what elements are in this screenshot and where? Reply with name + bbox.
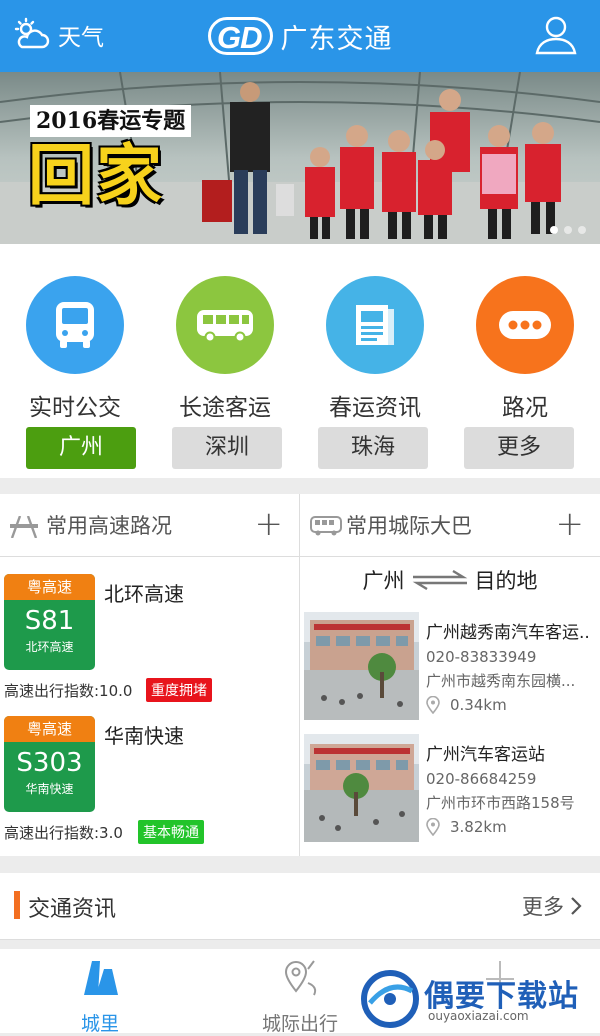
long-distance-circle <box>176 276 274 374</box>
service-categories: 实时公交 长途客运 春运资讯 路况 广州 深圳 珠海 更多 <box>0 244 600 478</box>
banner-subtitle: 2016春运专题 <box>30 105 192 137</box>
route-origin[interactable]: 广州 <box>363 565 405 595</box>
newspaper-icon <box>356 305 394 345</box>
station-address: 广州市环市西路158号 <box>426 794 575 812</box>
news-title: 交通资讯 <box>28 897 117 922</box>
category-road-conditions[interactable]: 路况 <box>450 276 600 422</box>
app-title: 广东交通 <box>280 23 393 55</box>
traffic-news-header: 交通资讯 更多 <box>0 873 600 940</box>
highway-code: S81 <box>24 606 75 636</box>
station-photo <box>304 612 419 720</box>
app-brand: GD 广东交通 <box>208 14 393 58</box>
highway-short-name: 华南快速 <box>25 782 74 796</box>
station-phone[interactable]: 020-86684259 <box>426 770 536 788</box>
highway-index: 高速出行指数:10.0 <box>4 682 133 700</box>
station-distance: 3.82km <box>450 818 507 836</box>
highway-tag: 粤高速 <box>4 716 95 742</box>
bus-station-item[interactable]: 广州汽车客运站 020-86684259 广州市环市西路158号 3.82km <box>304 734 600 844</box>
location-pin-icon <box>426 696 440 714</box>
map-pin-route-icon <box>284 960 317 996</box>
news-more-label: 更多 <box>522 895 564 919</box>
category-label: 路况 <box>502 395 548 421</box>
tab-city[interactable]: 城里 <box>0 949 200 1035</box>
highway-item[interactable]: 粤高速 S303 华南快速 华南快速 高速出行指数:3.0 基本畅通 <box>4 716 294 846</box>
station-distance-row: 3.82km <box>426 818 507 836</box>
add-intercity-bus-button[interactable]: + <box>556 504 585 544</box>
cloud-sun-icon <box>14 17 50 49</box>
app-header: 天气 GD 广东交通 <box>0 0 600 72</box>
city-more-button[interactable]: 更多 <box>464 427 574 469</box>
bottom-tab-bar: 城里 城际出行 偶要下载站 ouyaoxiazai.com <box>0 949 600 1035</box>
highway-section-header: 常用高速路况 + <box>0 494 299 557</box>
swap-arrows-icon[interactable] <box>411 570 469 590</box>
city-selector: 广州 深圳 珠海 更多 <box>0 427 600 469</box>
highway-road-icon <box>10 516 38 538</box>
more-dots-icon <box>499 311 551 339</box>
user-profile-icon[interactable] <box>534 13 578 57</box>
intercity-bus-icon <box>310 516 342 536</box>
highway-tag: 粤高速 <box>4 574 95 600</box>
station-phone[interactable]: 020-83833949 <box>426 648 536 666</box>
city-shenzhen-button[interactable]: 深圳 <box>172 427 282 469</box>
pager-dot[interactable] <box>578 226 586 234</box>
city-zhuhai-button[interactable]: 珠海 <box>318 427 428 469</box>
highway-name: 北环高速 <box>104 582 184 606</box>
station-distance: 0.34km <box>450 696 507 714</box>
station-name: 广州越秀南汽车客运.. <box>426 623 590 643</box>
route-selector[interactable]: 广州 目的地 <box>300 556 600 604</box>
pager-dot[interactable] <box>550 226 558 234</box>
tab-label: 城里 <box>80 1013 119 1035</box>
station-name: 广州汽车客运站 <box>426 745 545 765</box>
pager-dot[interactable] <box>564 226 572 234</box>
road-conditions-circle <box>476 276 574 374</box>
location-pin-icon <box>426 818 440 836</box>
station-address: 广州市越秀南东园横... <box>426 672 576 690</box>
city-buildings-icon <box>84 961 118 995</box>
category-long-distance[interactable]: 长途客运 <box>150 276 300 422</box>
station-distance-row: 0.34km <box>426 696 507 714</box>
category-label: 实时公交 <box>29 395 121 421</box>
highway-section-title: 常用高速路况 <box>46 514 172 538</box>
weather-button[interactable]: 天气 <box>12 15 104 55</box>
station-photo <box>304 734 419 842</box>
traffic-status-badge: 基本畅通 <box>138 820 204 844</box>
highway-code: S303 <box>16 748 83 778</box>
category-spring-news[interactable]: 春运资讯 <box>300 276 450 422</box>
site-watermark: 偶要下载站 ouyaoxiazai.com <box>360 967 596 1031</box>
spring-news-circle <box>326 276 424 374</box>
banner-title: 回家 <box>28 136 164 214</box>
intercity-bus-section-header: 常用城际大巴 + <box>300 494 600 557</box>
realtime-bus-circle <box>26 276 124 374</box>
bus-front-icon <box>56 302 94 348</box>
banner-pager[interactable] <box>550 226 586 234</box>
traffic-status-badge: 重度拥堵 <box>146 678 212 702</box>
promo-banner[interactable]: 2016春运专题 回家 <box>0 72 600 244</box>
category-label: 春运资讯 <box>329 395 421 421</box>
highway-name: 华南快速 <box>104 724 184 748</box>
news-accent-bar <box>14 891 20 919</box>
bus-station-item[interactable]: 广州越秀南汽车客运.. 020-83833949 广州市越秀南东园横... 0.… <box>304 612 600 722</box>
watermark-logo <box>361 970 419 1028</box>
watermark-url: ouyaoxiazai.com <box>428 1009 529 1023</box>
add-highway-button[interactable]: + <box>255 504 284 544</box>
intercity-bus-section-title: 常用城际大巴 <box>346 514 472 538</box>
category-label: 长途客运 <box>179 395 271 421</box>
highway-index: 高速出行指数:3.0 <box>4 824 123 842</box>
highway-item[interactable]: 粤高速 S81 北环高速 北环高速 高速出行指数:10.0 重度拥堵 <box>4 574 294 704</box>
weather-label: 天气 <box>58 25 104 51</box>
coach-bus-icon <box>197 310 253 343</box>
highway-shield: 粤高速 S81 北环高速 <box>4 574 95 670</box>
highway-short-name: 北环高速 <box>25 640 74 654</box>
gd-logo: GD <box>208 17 273 55</box>
city-guangzhou-button[interactable]: 广州 <box>26 427 136 469</box>
route-destination[interactable]: 目的地 <box>475 565 538 595</box>
highway-bus-panel: 常用高速路况 + 常用城际大巴 + 粤高速 S81 北环高速 北环高速 高速出行… <box>0 494 600 856</box>
highway-shield: 粤高速 S303 华南快速 <box>4 716 95 812</box>
category-realtime-bus[interactable]: 实时公交 <box>0 276 150 422</box>
chevron-right-icon <box>571 897 582 915</box>
news-more-link[interactable]: 更多 <box>522 891 582 921</box>
